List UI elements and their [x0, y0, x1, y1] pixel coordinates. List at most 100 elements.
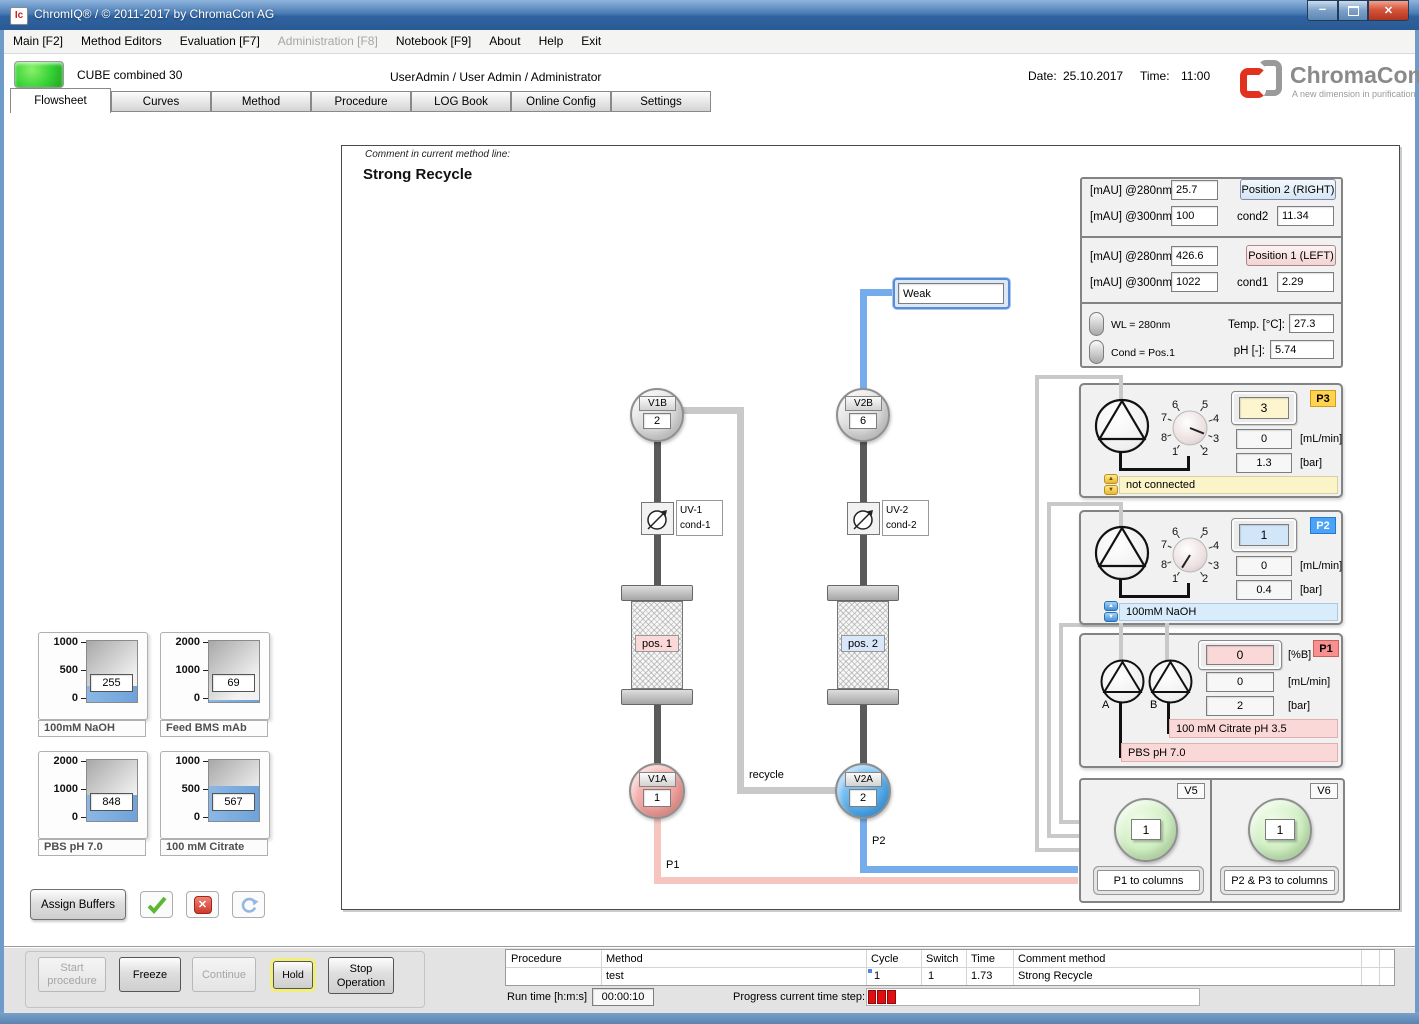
tab-settings[interactable]: Settings	[611, 91, 711, 112]
uv1-sensor[interactable]	[641, 502, 674, 535]
v5-route-button[interactable]: P1 to columns	[1097, 870, 1200, 891]
tab-procedure[interactable]: Procedure	[311, 91, 411, 112]
position-2-button[interactable]: Position 2 (RIGHT)	[1240, 179, 1336, 200]
p3-pressure-value: 1.3	[1236, 453, 1292, 473]
close-icon: ✕	[1384, 4, 1393, 17]
dial-number: 6	[1172, 399, 1178, 411]
uv2-sensor[interactable]	[847, 502, 880, 535]
valve-v2a-label: V2A	[845, 772, 882, 787]
valve-v1b-position[interactable]: 2	[643, 413, 671, 429]
valve-v5-position[interactable]: 1	[1131, 819, 1161, 840]
v6-route-button[interactable]: P2 & P3 to columns	[1224, 870, 1335, 891]
menu-about[interactable]: About	[480, 30, 529, 53]
minimize-icon: –	[1319, 1, 1326, 16]
p2-pressure-value: 0.4	[1236, 580, 1292, 600]
stop-operation-button[interactable]: Stop Operation	[328, 957, 394, 994]
dial-number: 1	[1172, 573, 1178, 585]
weak-outlet-input[interactable]: Weak	[898, 283, 1004, 304]
time-value: 11:00	[1181, 69, 1210, 83]
p2-pressure-unit: [bar]	[1300, 584, 1322, 596]
hold-button[interactable]: Hold	[273, 961, 313, 989]
tank-tick: 1000	[44, 636, 78, 648]
cell-switch: 1	[928, 970, 934, 982]
cell-method: test	[606, 970, 624, 982]
p1-gradient-value[interactable]: 0	[1206, 645, 1274, 665]
pipe-p2-loop	[1047, 834, 1079, 838]
detector-divider	[1082, 302, 1341, 304]
tank-tick: 2000	[44, 755, 78, 767]
dial-number: 8	[1161, 559, 1167, 571]
progress-segment	[887, 990, 896, 1004]
spinner-up-icon[interactable]: ▲	[1104, 474, 1118, 484]
start-procedure-button: Start procedure	[38, 957, 106, 992]
pump-a-icon	[1100, 659, 1145, 704]
close-button[interactable]: ✕	[1368, 0, 1409, 21]
confirm-button[interactable]	[140, 891, 173, 918]
col-time: Time	[971, 953, 995, 965]
freeze-button[interactable]: Freeze	[119, 957, 181, 992]
p1-pressure-value: 2	[1206, 696, 1274, 716]
progress-segment	[877, 990, 886, 1004]
uv2-line2: cond-2	[886, 518, 928, 533]
wl-toggle[interactable]	[1089, 312, 1104, 336]
menu-main[interactable]: Main [F2]	[4, 30, 72, 53]
spinner-down-icon[interactable]: ▼	[1104, 485, 1118, 495]
selector-dial-p3[interactable]: 1 2 3 4 5 6 7 8	[1152, 390, 1228, 466]
tank-name: PBS pH 7.0	[38, 839, 146, 856]
cancel-button[interactable]: ✕	[186, 891, 219, 918]
col-procedure: Procedure	[511, 953, 562, 965]
valve-v6-position[interactable]: 1	[1265, 819, 1295, 840]
tab-log-book[interactable]: LOG Book	[411, 91, 511, 112]
menu-method-editors[interactable]: Method Editors	[72, 30, 171, 53]
valve-v2a-position[interactable]: 2	[849, 789, 877, 807]
selector-dial-p2[interactable]: 1 2 3 4 5 6 7 8	[1152, 517, 1228, 593]
assign-buffers-button[interactable]: Assign Buffers	[30, 889, 126, 920]
p1-flow-unit: [mL/min]	[1288, 676, 1330, 688]
tab-online-config[interactable]: Online Config	[511, 91, 611, 112]
cell-comment: Strong Recycle	[1018, 970, 1093, 982]
x-icon: ✕	[194, 896, 212, 914]
uv1-line2: cond-1	[680, 518, 722, 533]
menu-exit[interactable]: Exit	[572, 30, 610, 53]
title-bar[interactable]: Ic ChromIQ® / © 2011-2017 by ChromaCon A…	[0, 0, 1419, 31]
tab-method[interactable]: Method	[211, 91, 311, 112]
pump-b-label: B	[1150, 699, 1157, 711]
mau280-right-value: 25.7	[1171, 180, 1218, 200]
dial-number: 2	[1202, 446, 1208, 458]
refresh-button[interactable]	[232, 891, 265, 918]
p2-position-value[interactable]: 1	[1239, 524, 1289, 546]
menu-help[interactable]: Help	[530, 30, 573, 53]
pipe-p2-feed	[860, 814, 867, 873]
pipe-p3-loop	[1035, 375, 1039, 852]
dial-number: 5	[1202, 399, 1208, 411]
p2-buffer-spinner[interactable]: ▲ ▼	[1104, 601, 1118, 622]
tab-label: Flowsheet	[34, 95, 86, 107]
valve-v1a-position[interactable]: 1	[643, 789, 671, 807]
tank-tick: 1000	[166, 664, 200, 676]
spinner-down-icon[interactable]: ▼	[1104, 612, 1118, 622]
menu-notebook[interactable]: Notebook [F9]	[387, 30, 480, 53]
tank-gauge	[86, 759, 138, 822]
maximize-button[interactable]	[1338, 0, 1368, 21]
p3-buffer-spinner[interactable]: ▲ ▼	[1104, 474, 1118, 495]
runtime-label: Run time [h:m:s]	[507, 991, 587, 1003]
tab-flowsheet[interactable]: Flowsheet	[10, 88, 111, 113]
spinner-up-icon[interactable]: ▲	[1104, 601, 1118, 611]
tab-curves[interactable]: Curves	[111, 91, 211, 112]
pipe-p3-loop	[1035, 375, 1123, 379]
valve-v2b-position[interactable]: 6	[849, 413, 877, 429]
progress-label: Progress current time step:	[733, 991, 865, 1003]
cond1-value: 2.29	[1277, 272, 1334, 292]
tab-label: Online Config	[526, 96, 596, 108]
minimize-button[interactable]: –	[1307, 0, 1338, 21]
p3-position-value[interactable]: 3	[1239, 397, 1289, 419]
date-label: Date:	[1028, 69, 1057, 83]
column1-cap-bottom	[621, 689, 693, 705]
cell-cycle: 1	[874, 970, 880, 982]
cond-toggle[interactable]	[1089, 340, 1104, 364]
tank-tick: 0	[44, 811, 78, 823]
position-1-button[interactable]: Position 1 (LEFT)	[1246, 245, 1336, 266]
tank-value: 848	[90, 793, 133, 811]
dial-number: 8	[1161, 432, 1167, 444]
menu-evaluation[interactable]: Evaluation [F7]	[171, 30, 269, 53]
